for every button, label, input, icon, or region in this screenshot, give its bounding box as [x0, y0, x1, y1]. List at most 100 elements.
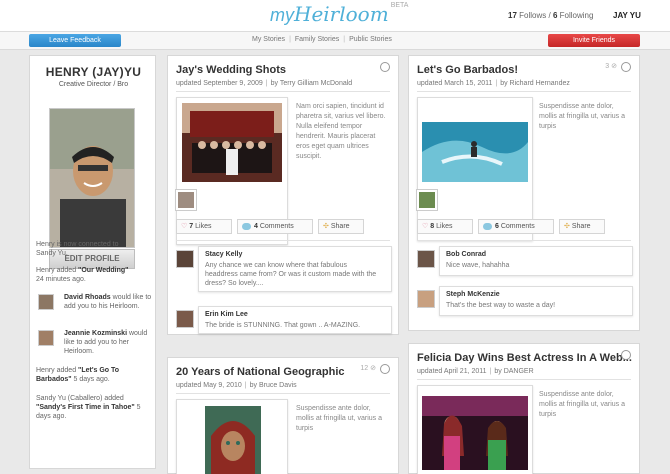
profile-name: HENRY (JAY)YU: [45, 65, 142, 79]
comment-label: Comments: [259, 223, 294, 230]
story-author-link[interactable]: by Bruce Davis: [250, 382, 297, 389]
share-icon: ✣: [323, 223, 329, 230]
activity-user-link[interactable]: Jeannie Kozminski: [64, 330, 127, 337]
like-count: 7: [189, 223, 194, 230]
heart-icon: ♡: [422, 223, 429, 230]
activity-story-link[interactable]: "Sandy's First Time in Tahoe": [36, 404, 135, 411]
activity-text: Sandy Yu (Caballero) added: [36, 395, 124, 402]
like-button[interactable]: ♡ 7 Likes: [176, 219, 232, 234]
story-title[interactable]: 20 Years of National Geographic: [176, 366, 345, 378]
story-photo[interactable]: [417, 385, 533, 474]
activity-item: David Rhoads would like to add you to hi…: [64, 293, 152, 311]
story-meta: updated March 15, 2011 | by Richard Hernan…: [417, 80, 570, 87]
felicia-photo-image: [422, 396, 528, 470]
activity-item: Henry added "Our Wedding" 24 minutes ago…: [36, 266, 152, 284]
following-count: 6: [552, 11, 558, 20]
story-card-natgeo: 20 Years of National Geographic 12 ⊘ upd…: [167, 357, 399, 474]
commenter-avatar[interactable]: [176, 250, 194, 268]
activity-text: Henry added: [36, 367, 79, 374]
comment-bubble-icon: [242, 222, 251, 230]
contributor-thumbnail[interactable]: [416, 189, 438, 211]
invite-friends-button[interactable]: Invite Friends: [548, 34, 640, 47]
globe-icon: [621, 350, 631, 360]
story-author-link[interactable]: by Richard Hernandez: [500, 80, 570, 87]
logo-my: my: [270, 5, 294, 25]
story-title[interactable]: Felicia Day Wins Best Actress In A Web..…: [417, 352, 632, 364]
share-icon: ✣: [564, 223, 570, 230]
avatar[interactable]: [38, 330, 54, 346]
story-updated: updated May 9, 2010: [176, 382, 242, 389]
story-meta: updated September 9, 2009 | by Terry Gilli…: [176, 80, 352, 87]
like-count: 8: [430, 223, 435, 230]
like-label: Likes: [436, 223, 453, 230]
meta-separator: |: [495, 80, 498, 87]
activity-user-link[interactable]: David Rhoads: [64, 294, 111, 301]
comment-item: Bob Conrad Nice wave, hahahha: [439, 246, 633, 276]
commenter-avatar[interactable]: [417, 290, 435, 308]
activity-story-link[interactable]: "Our Wedding": [78, 267, 128, 274]
photo-count: 12 ⊘: [360, 364, 376, 372]
commenter-avatar[interactable]: [417, 250, 435, 268]
divider: [417, 240, 631, 241]
nav-separator: |: [289, 36, 291, 43]
comment-item: Steph McKenzie That's the best way to wa…: [439, 286, 633, 316]
like-button[interactable]: ♡ 8 Likes: [417, 219, 473, 234]
following-link[interactable]: Following: [560, 11, 594, 20]
photo-count: 3 ⊘: [605, 62, 617, 70]
paperclip-icon: ⊘: [611, 63, 617, 70]
comment-count: 6: [495, 223, 499, 230]
nav-my-stories[interactable]: My Stories: [252, 36, 285, 43]
nav-public-stories[interactable]: Public Stories: [349, 36, 392, 43]
surfing-photo-image: [422, 122, 528, 182]
follow-stats: 17 Follows / 6 Following: [508, 11, 593, 20]
follow-separator: /: [548, 11, 551, 20]
divider: [417, 91, 631, 92]
divider: [417, 379, 631, 380]
story-title[interactable]: Jay's Wedding Shots: [176, 64, 286, 76]
comment-author[interactable]: Stacy Kelly: [205, 251, 242, 258]
commenter-avatar[interactable]: [176, 310, 194, 328]
sub-nav-bar: Leave Feedback My Stories | Family Stories…: [0, 32, 670, 50]
comment-author[interactable]: Erin Kim Lee: [205, 311, 248, 318]
contributor-thumbnail[interactable]: [175, 189, 197, 211]
share-button[interactable]: ✣ Share: [318, 219, 364, 234]
nav-family-stories[interactable]: Family Stories: [295, 36, 339, 43]
activity-text: Henry is now connected to: [36, 241, 119, 248]
divider: [176, 240, 390, 241]
share-button[interactable]: ✣ Share: [559, 219, 605, 234]
heirloom-logo[interactable]: myHeirloom BETA: [270, 2, 408, 26]
story-updated: updated September 9, 2009: [176, 80, 263, 87]
top-bar: myHeirloom BETA 17 Follows / 6 Following …: [0, 0, 670, 32]
comments-button[interactable]: 6 Comments: [478, 219, 554, 234]
like-label: Likes: [195, 223, 212, 230]
divider: [176, 91, 390, 92]
leave-feedback-button[interactable]: Leave Feedback: [29, 34, 121, 47]
activity-text[interactable]: Sandy Yu.: [36, 250, 68, 257]
story-description: Suspendisse ante dolor, mollis at fringi…: [539, 103, 625, 130]
user-name-link[interactable]: JAY YU: [613, 11, 641, 20]
logo-heirloom: Heirloom: [294, 2, 389, 26]
story-photo[interactable]: [176, 399, 288, 474]
follows-link[interactable]: Follows: [519, 11, 546, 20]
share-label: Share: [330, 223, 350, 230]
story-title[interactable]: Let's Go Barbados!: [417, 64, 518, 76]
globe-icon: [380, 364, 390, 374]
comment-text: The bride is STUNNING. That gown .. A-MA…: [205, 322, 361, 329]
comment-author[interactable]: Bob Conrad: [446, 251, 486, 258]
activity-item: Henry is now connected to Sandy Yu.: [36, 240, 152, 258]
story-author-link[interactable]: by Terry Gilliam McDonald: [271, 80, 353, 87]
comment-item: Stacy Kelly Any chance we can know where…: [198, 246, 392, 292]
story-author-link[interactable]: by DANGER: [494, 368, 533, 375]
story-description: Suspendisse ante dolor, mollis at fringi…: [539, 391, 625, 418]
story-card-felicia: Felicia Day Wins Best Actress In A Web..…: [408, 343, 640, 474]
globe-icon: [380, 62, 390, 72]
avatar[interactable]: [38, 294, 54, 310]
comment-author[interactable]: Steph McKenzie: [446, 291, 500, 298]
meta-separator: |: [244, 382, 247, 389]
comments-button[interactable]: 4 Comments: [237, 219, 313, 234]
activity-time: 24 minutes ago.: [36, 276, 86, 283]
activity-item: Jeannie Kozminski would like to add you …: [64, 329, 152, 356]
activity-item: Henry added "Let's Go To Barbados" 5 day…: [36, 366, 152, 384]
comment-text: Nice wave, hahahha: [446, 262, 510, 269]
comment-item: Erin Kim Lee The bride is STUNNING. That…: [198, 306, 392, 334]
